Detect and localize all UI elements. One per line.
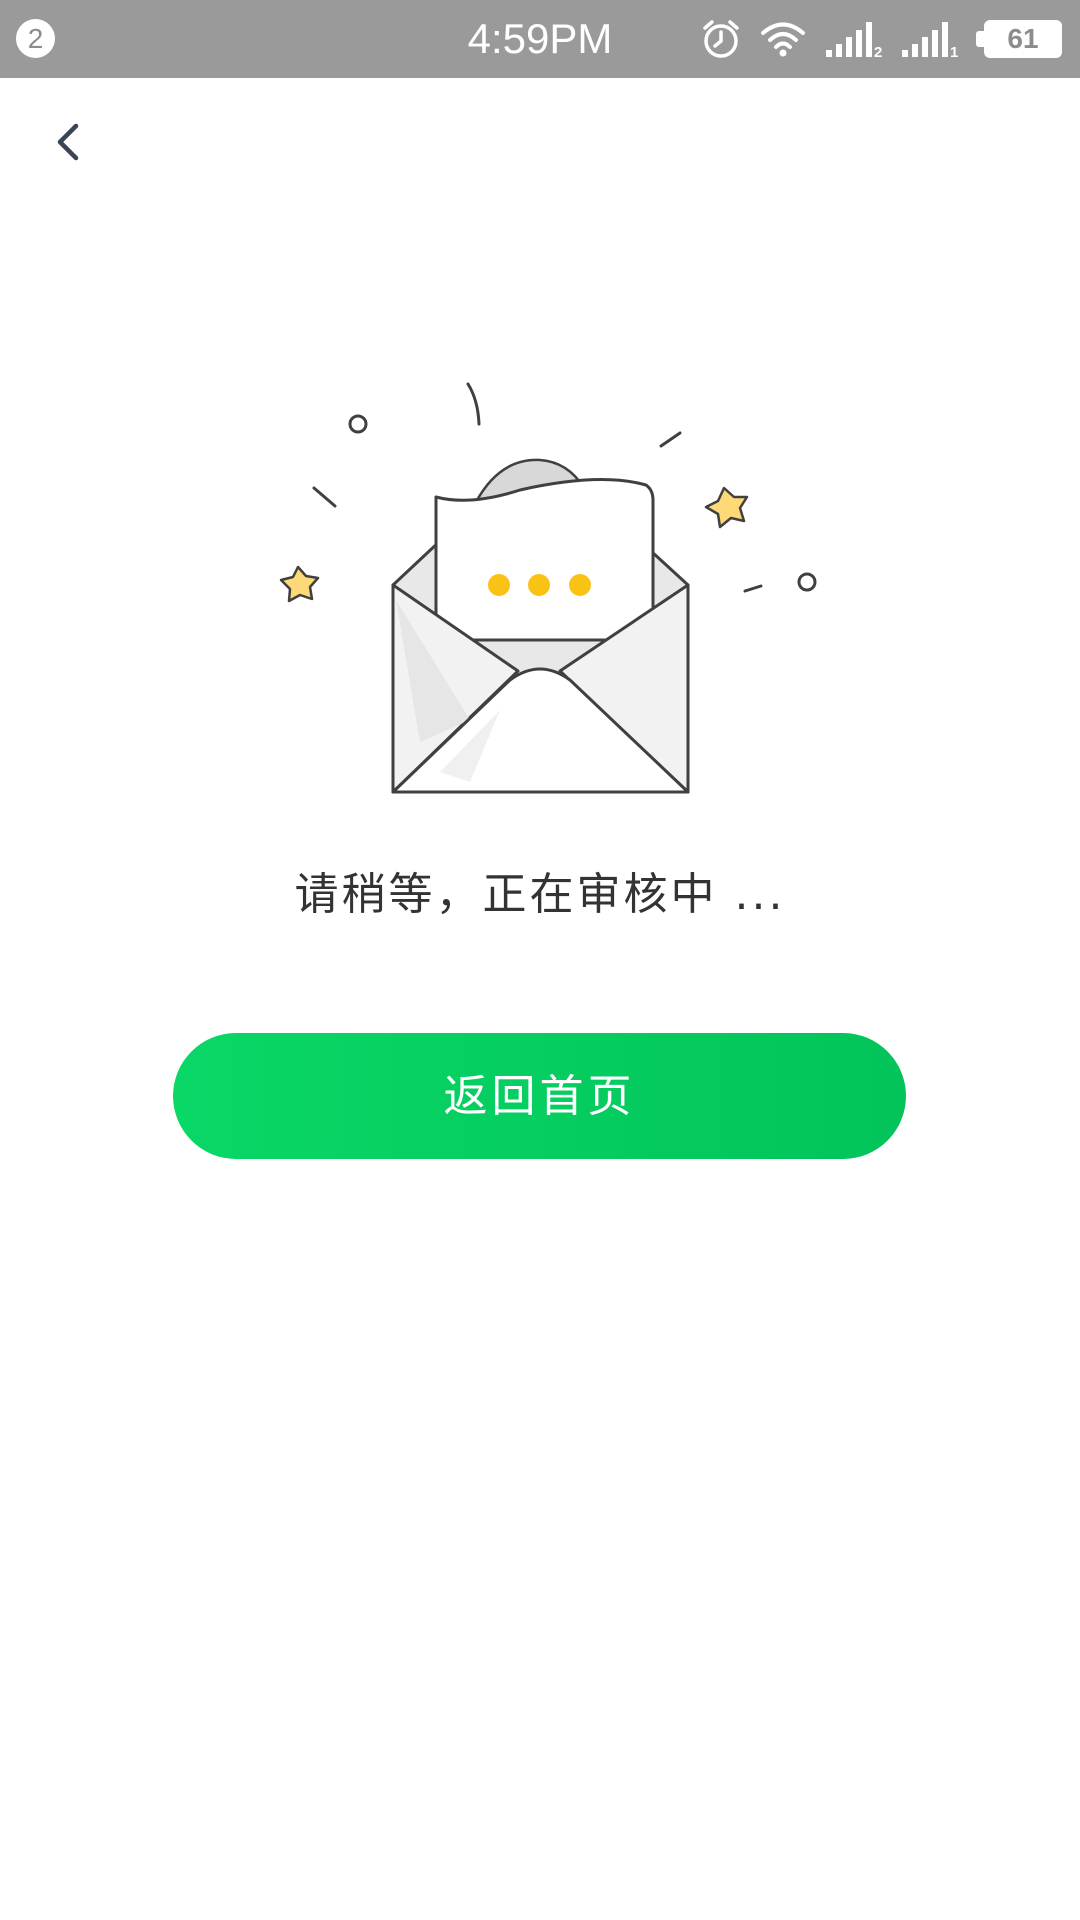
decor-dash <box>659 431 682 448</box>
sim-1-label: 1 <box>950 44 958 58</box>
decor-dash <box>466 382 481 426</box>
back-button[interactable] <box>40 112 100 172</box>
return-home-button[interactable]: 返回首页 <box>173 1033 906 1159</box>
decor-dash <box>312 486 337 508</box>
alarm-icon <box>703 20 739 58</box>
wifi-icon <box>761 22 805 57</box>
loading-dot <box>488 574 510 596</box>
status-bar: 2 4:59PM 2 1 61 <box>0 0 1080 78</box>
review-status-message: 请稍等，正在审核中 ... <box>294 869 786 920</box>
decor-dash <box>743 584 763 593</box>
battery-icon: 61 <box>976 20 1062 58</box>
open-envelope-icon <box>279 382 817 794</box>
signal-icon: 2 <box>826 22 882 58</box>
status-icons: 2 1 61 <box>700 18 1062 60</box>
sim-2-label: 2 <box>874 44 882 58</box>
loading-dot <box>528 574 550 596</box>
chevron-left-icon <box>57 123 79 161</box>
star-icon <box>704 486 749 529</box>
loading-dot <box>569 574 591 596</box>
star-icon <box>279 565 320 603</box>
decor-circle <box>348 414 368 434</box>
battery-level: 61 <box>984 20 1062 58</box>
decor-circle <box>797 572 817 592</box>
signal-icon: 1 <box>902 22 958 58</box>
